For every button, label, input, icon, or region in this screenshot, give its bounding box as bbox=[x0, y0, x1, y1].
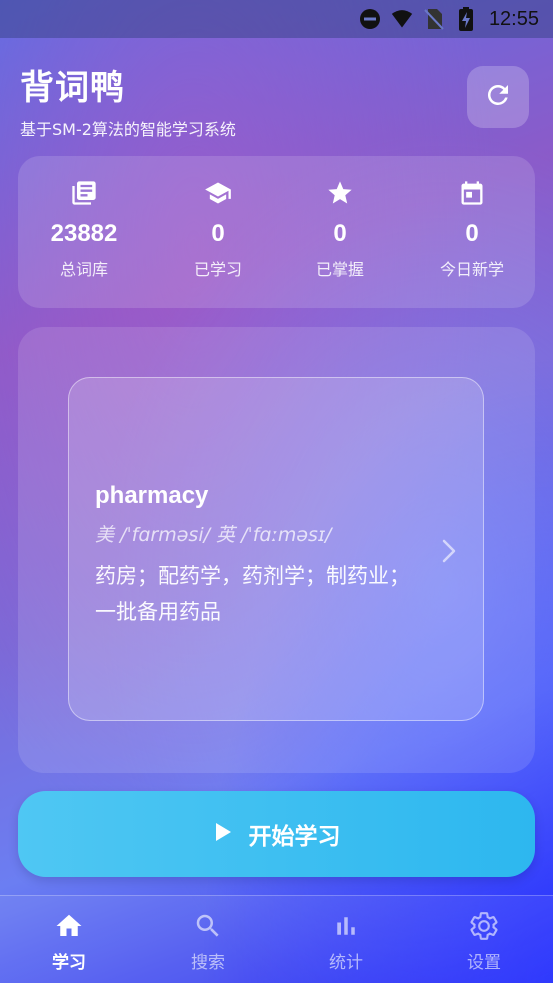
nav-item-label: 设置 bbox=[467, 953, 501, 973]
stat-label: 已掌握 bbox=[315, 260, 364, 279]
do-not-disturb-icon bbox=[359, 8, 381, 30]
stats-card: 23882 总词库 0 已学习 0 已掌握 0 今日新学 bbox=[18, 156, 535, 308]
gear-icon bbox=[468, 910, 500, 942]
word-text: pharmacy bbox=[95, 482, 209, 509]
start-learning-label: 开始学习 bbox=[248, 824, 341, 850]
stat-label: 已学习 bbox=[193, 260, 242, 279]
home-icon bbox=[53, 910, 85, 942]
graduation-cap-icon bbox=[202, 176, 234, 210]
start-learning-button[interactable]: 开始学习 bbox=[18, 791, 535, 877]
stat-label: 总词库 bbox=[59, 260, 108, 279]
status-time: 12:55 bbox=[488, 7, 539, 30]
star-icon bbox=[326, 176, 354, 210]
nav-item-label: 学习 bbox=[52, 953, 86, 973]
app-subtitle: 基于SM-2算法的智能学习系统 bbox=[20, 120, 236, 139]
wifi-icon bbox=[391, 8, 413, 30]
word-phonetic: 美 /ˈfɑrməsi/ 英 /ˈfɑːməsɪ/ bbox=[95, 524, 332, 546]
bar-chart-icon bbox=[331, 910, 361, 942]
stat-value: 0 bbox=[211, 220, 225, 247]
nav-item-settings[interactable]: 设置 bbox=[434, 910, 534, 973]
refresh-icon bbox=[483, 80, 513, 114]
battery-charging-icon bbox=[455, 7, 477, 31]
nav-item-learn[interactable]: 学习 bbox=[19, 910, 119, 973]
book-icon bbox=[70, 176, 98, 210]
chevron-right-icon bbox=[439, 538, 459, 564]
word-definition: 药房；配药学，药剂学；制药业；一批备用药品 bbox=[95, 564, 410, 624]
stat-today-new: 0 今日新学 bbox=[412, 176, 532, 280]
word-card[interactable]: pharmacy 美 /ˈfɑrməsi/ 英 /ˈfɑːməsɪ/ 药房；配药… bbox=[68, 377, 484, 721]
stat-value: 0 bbox=[333, 220, 347, 247]
stat-total-words: 23882 总词库 bbox=[24, 176, 144, 280]
bottom-nav: 学习 搜索 统计 设置 bbox=[0, 895, 553, 983]
refresh-button[interactable] bbox=[467, 66, 529, 128]
play-icon bbox=[213, 821, 233, 847]
no-sim-icon bbox=[423, 8, 445, 30]
search-icon bbox=[193, 910, 223, 942]
word-panel: pharmacy 美 /ˈfɑrməsi/ 英 /ˈfɑːməsɪ/ 药房；配药… bbox=[18, 327, 535, 773]
stat-mastered: 0 已掌握 bbox=[280, 176, 400, 280]
app-title: 背词鸭 bbox=[20, 68, 125, 108]
nav-item-stats[interactable]: 统计 bbox=[296, 910, 396, 973]
calendar-icon bbox=[458, 176, 486, 210]
nav-item-label: 统计 bbox=[329, 953, 363, 973]
stat-value: 23882 bbox=[50, 220, 118, 247]
nav-item-search[interactable]: 搜索 bbox=[158, 910, 258, 973]
stat-value: 0 bbox=[465, 220, 479, 247]
status-bar: 12:55 bbox=[0, 0, 553, 38]
stat-learned: 0 已学习 bbox=[158, 176, 278, 280]
stat-label: 今日新学 bbox=[439, 260, 504, 279]
nav-item-label: 搜索 bbox=[191, 953, 225, 973]
